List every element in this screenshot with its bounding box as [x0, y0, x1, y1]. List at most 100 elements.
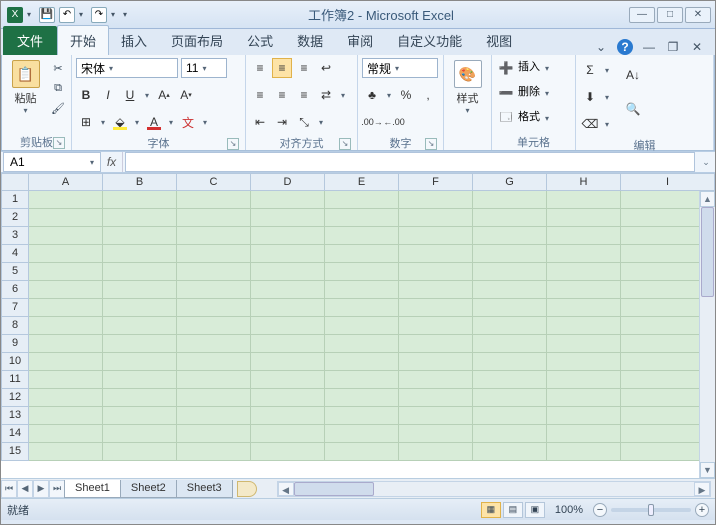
- cell[interactable]: [399, 425, 473, 443]
- align-left-icon[interactable]: ≡: [250, 85, 270, 105]
- column-header[interactable]: D: [251, 173, 325, 191]
- workbook-close-icon[interactable]: ✕: [689, 39, 705, 55]
- cell[interactable]: [325, 245, 399, 263]
- cell[interactable]: [29, 335, 103, 353]
- fill-dropdown-icon[interactable]: ▾: [602, 87, 612, 107]
- cell[interactable]: [251, 191, 325, 209]
- cell[interactable]: [29, 443, 103, 461]
- font-color-dropdown-icon[interactable]: ▾: [166, 112, 176, 132]
- format-dropdown-icon[interactable]: ▾: [542, 108, 552, 128]
- first-sheet-button[interactable]: ⏮: [1, 480, 17, 498]
- phonetic-icon[interactable]: 文: [178, 112, 198, 132]
- delete-cells-icon[interactable]: ➖: [496, 83, 516, 103]
- cell[interactable]: [29, 425, 103, 443]
- cell[interactable]: [325, 407, 399, 425]
- cell[interactable]: [29, 371, 103, 389]
- fx-icon[interactable]: fx: [101, 152, 123, 172]
- cell[interactable]: [251, 389, 325, 407]
- merge-center-icon[interactable]: ⇄: [316, 85, 336, 105]
- cell[interactable]: [473, 317, 547, 335]
- cell[interactable]: [29, 281, 103, 299]
- column-header[interactable]: E: [325, 173, 399, 191]
- row-header[interactable]: 8: [1, 317, 29, 335]
- last-sheet-button[interactable]: ⏭: [49, 480, 65, 498]
- accounting-dropdown-icon[interactable]: ▾: [384, 85, 394, 105]
- cell[interactable]: [399, 371, 473, 389]
- row-header[interactable]: 13: [1, 407, 29, 425]
- cell[interactable]: [29, 407, 103, 425]
- cell[interactable]: [251, 245, 325, 263]
- tab-custom[interactable]: 自定义功能: [385, 26, 474, 55]
- new-sheet-button[interactable]: [237, 481, 257, 497]
- cell[interactable]: [399, 335, 473, 353]
- cell[interactable]: [251, 281, 325, 299]
- cell[interactable]: [325, 299, 399, 317]
- column-header[interactable]: B: [103, 173, 177, 191]
- vertical-scrollbar[interactable]: ▲ ▼: [699, 191, 715, 478]
- format-painter-icon[interactable]: 🖌: [49, 100, 67, 116]
- cell[interactable]: [177, 335, 251, 353]
- cell[interactable]: [251, 335, 325, 353]
- fill-color-icon[interactable]: ⬙: [110, 112, 130, 132]
- row-header[interactable]: 10: [1, 353, 29, 371]
- tab-formulas[interactable]: 公式: [235, 26, 285, 55]
- column-header[interactable]: H: [547, 173, 621, 191]
- tab-data[interactable]: 数据: [285, 26, 335, 55]
- next-sheet-button[interactable]: ▶: [33, 480, 49, 498]
- cell[interactable]: [325, 389, 399, 407]
- cell[interactable]: [103, 317, 177, 335]
- cell[interactable]: [177, 371, 251, 389]
- cell[interactable]: [473, 407, 547, 425]
- cell[interactable]: [473, 191, 547, 209]
- row-header[interactable]: 9: [1, 335, 29, 353]
- border-dropdown-icon[interactable]: ▾: [98, 112, 108, 132]
- maximize-button[interactable]: □: [657, 7, 683, 23]
- find-select-icon[interactable]: 🔍: [620, 94, 646, 124]
- cell[interactable]: [103, 281, 177, 299]
- cell[interactable]: [399, 317, 473, 335]
- cell[interactable]: [251, 317, 325, 335]
- cell[interactable]: [29, 299, 103, 317]
- cell[interactable]: [103, 425, 177, 443]
- cell[interactable]: [177, 389, 251, 407]
- row-header[interactable]: 2: [1, 209, 29, 227]
- comma-format-icon[interactable]: ,: [418, 85, 438, 105]
- cell[interactable]: [547, 245, 621, 263]
- workbook-restore-icon[interactable]: ❐: [665, 39, 681, 55]
- row-header[interactable]: 12: [1, 389, 29, 407]
- cell[interactable]: [547, 299, 621, 317]
- cell[interactable]: [547, 227, 621, 245]
- insert-cells-button[interactable]: 插入: [518, 58, 540, 78]
- cell[interactable]: [103, 407, 177, 425]
- font-size-combo[interactable]: 11▾: [181, 58, 227, 78]
- cell[interactable]: [177, 227, 251, 245]
- autosum-icon[interactable]: Σ: [580, 60, 600, 80]
- help-icon[interactable]: ?: [617, 39, 633, 55]
- cell[interactable]: [473, 299, 547, 317]
- cell[interactable]: [547, 443, 621, 461]
- percent-format-icon[interactable]: %: [396, 85, 416, 105]
- cell[interactable]: [325, 425, 399, 443]
- row-header[interactable]: 1: [1, 191, 29, 209]
- cell[interactable]: [473, 425, 547, 443]
- align-middle-icon[interactable]: ≡: [272, 58, 292, 78]
- styles-button[interactable]: 🎨 样式 ▾: [448, 58, 487, 117]
- cell[interactable]: [325, 227, 399, 245]
- cell[interactable]: [325, 281, 399, 299]
- cell[interactable]: [325, 317, 399, 335]
- cell[interactable]: [547, 317, 621, 335]
- zoom-out-button[interactable]: −: [593, 503, 607, 517]
- cell[interactable]: [547, 281, 621, 299]
- row-header[interactable]: 4: [1, 245, 29, 263]
- cell[interactable]: [177, 245, 251, 263]
- paste-button[interactable]: 📋 粘贴 ▾: [6, 58, 45, 117]
- cell[interactable]: [103, 389, 177, 407]
- grow-font-icon[interactable]: A▴: [154, 85, 174, 105]
- cell[interactable]: [547, 425, 621, 443]
- decrease-decimal-icon[interactable]: ←.00: [384, 112, 404, 132]
- underline-button[interactable]: U: [120, 85, 140, 105]
- cell[interactable]: [251, 407, 325, 425]
- cell[interactable]: [251, 263, 325, 281]
- cell[interactable]: [325, 209, 399, 227]
- tab-home[interactable]: 开始: [57, 25, 109, 55]
